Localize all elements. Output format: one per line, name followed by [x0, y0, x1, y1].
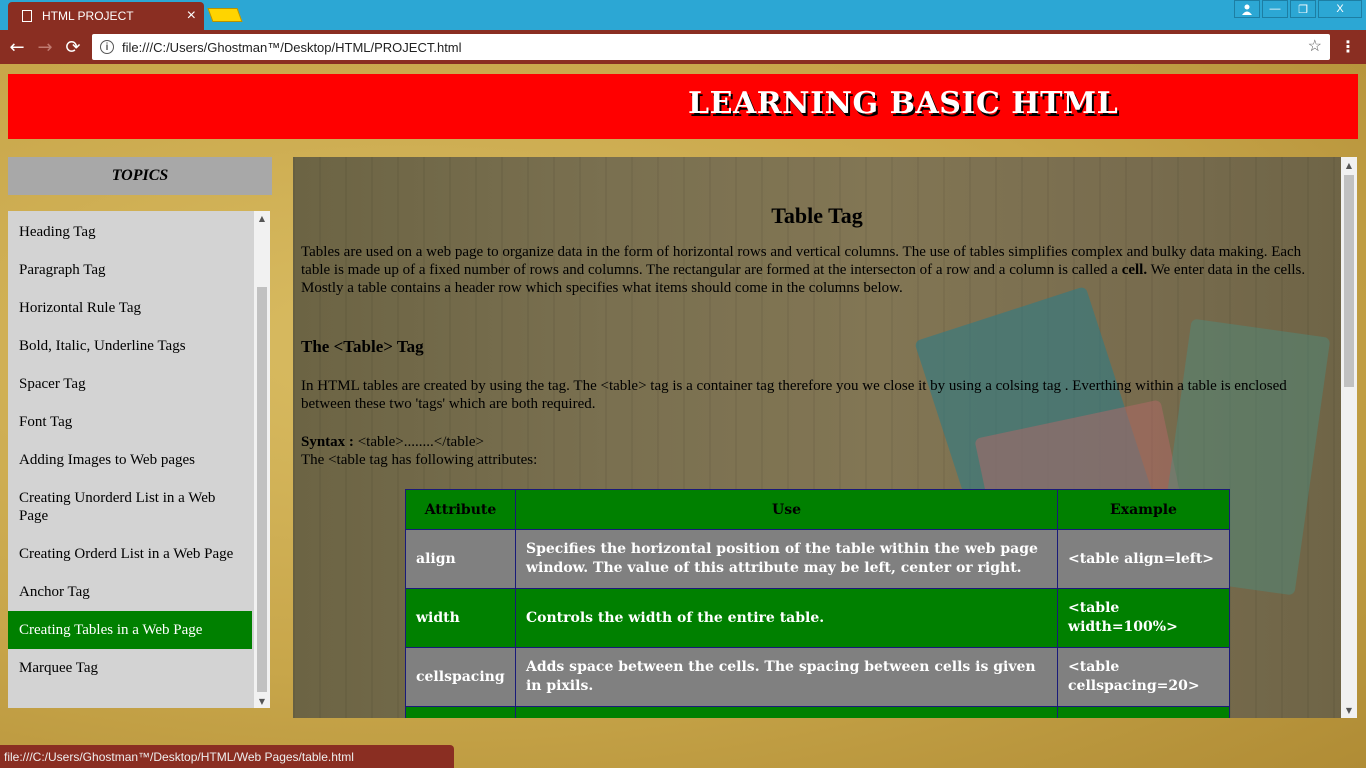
table-cell [405, 706, 516, 718]
table-cell: Specifies the horizontal position of the… [514, 529, 1059, 589]
topic-font-tag[interactable]: Font Tag [8, 403, 252, 441]
profile-icon[interactable] [1234, 0, 1260, 18]
bookmark-star-icon[interactable]: ☆ [1308, 36, 1322, 56]
table-cell: Controls the width of the entire table. [514, 588, 1059, 648]
syntax-label: Syntax : [301, 434, 354, 450]
topic-ordered-list[interactable]: Creating Orderd List in a Web Page [8, 535, 252, 573]
topic-marquee-tag[interactable]: Marquee Tag [8, 649, 252, 687]
scroll-down-icon[interactable]: ▼ [1341, 702, 1357, 718]
browser-toolbar: ← → ⟳ i file:///C:/Users/Ghostman™/Deskt… [0, 30, 1366, 64]
table-cell: <table align=left> [1057, 529, 1230, 589]
back-button[interactable]: ← [6, 36, 28, 58]
attributes-line: The <table tag has following attributes: [301, 452, 538, 468]
intro-paragraph: Tables are used on a web page to organiz… [301, 243, 1333, 297]
table-row: width Controls the width of the entire t… [405, 588, 1230, 648]
table-cell: align [405, 529, 516, 589]
topic-anchor-tag[interactable]: Anchor Tag [8, 573, 252, 611]
scroll-up-icon[interactable]: ▲ [1341, 157, 1357, 173]
address-bar[interactable]: i file:///C:/Users/Ghostman™/Desktop/HTM… [92, 34, 1330, 60]
browser-titlebar: HTML PROJECT × — ❐ X [0, 0, 1366, 30]
window-controls: — ❐ X [1234, 0, 1362, 18]
section-paragraph: In HTML tables are created by using the … [301, 378, 1287, 412]
table-cell: Adds space between the cells. The spacin… [514, 647, 1059, 707]
content-title: Table Tag [771, 203, 863, 228]
table-header: Use [514, 489, 1059, 530]
scroll-down-icon[interactable]: ▼ [254, 694, 270, 708]
topic-adding-images[interactable]: Adding Images to Web pages [8, 441, 252, 479]
maximize-button[interactable]: ❐ [1290, 0, 1316, 18]
syntax-value: <table>........</table> [353, 434, 484, 450]
table-cell [514, 706, 1059, 718]
intro-bold: cell. [1121, 262, 1148, 278]
section-title: The <Table> Tag [301, 337, 424, 356]
table-row [405, 706, 1230, 718]
minimize-button[interactable]: — [1262, 0, 1288, 18]
document-icon [22, 10, 32, 22]
scroll-up-icon[interactable]: ▲ [254, 211, 270, 225]
table-row: align Specifies the horizontal position … [405, 529, 1230, 589]
info-icon[interactable]: i [100, 40, 114, 54]
topic-creating-tables[interactable]: Creating Tables in a Web Page [8, 611, 252, 649]
topic-unordered-list[interactable]: Creating Unorderd List in a Web Page [8, 479, 252, 535]
browser-tab[interactable]: HTML PROJECT × [8, 2, 204, 30]
topics-items: Heading Tag Paragraph Tag Horizontal Rul… [8, 211, 270, 687]
status-bar: file:///C:/Users/Ghostman™/Desktop/HTML/… [0, 745, 454, 768]
topic-bold-italic-underline[interactable]: Bold, Italic, Underline Tags [8, 327, 252, 365]
tab-title: HTML PROJECT [42, 9, 134, 23]
reload-button[interactable]: ⟳ [62, 36, 84, 58]
content-scroll-thumb[interactable] [1344, 175, 1354, 387]
page-banner: LEARNING BASIC HTML [8, 74, 1358, 139]
attributes-table: Attribute Use Example align Specifies th… [405, 489, 1230, 718]
page-title: LEARNING BASIC HTML [688, 86, 1119, 121]
browser-menu-icon[interactable]: ⋮ [1340, 37, 1356, 56]
table-header: Attribute [405, 489, 516, 530]
table-cell: width [405, 588, 516, 648]
content-scrollbar[interactable]: ▲ ▼ [1341, 157, 1357, 718]
url-text[interactable]: file:///C:/Users/Ghostman™/Desktop/HTML/… [122, 40, 462, 55]
topic-horizontal-rule-tag[interactable]: Horizontal Rule Tag [8, 289, 252, 327]
table-cell [1057, 706, 1230, 718]
content-panel: Table Tag Tables are used on a web page … [293, 157, 1357, 718]
table-cell: <table cellspacing=20> [1057, 647, 1230, 707]
new-tab-button[interactable] [207, 8, 243, 22]
topics-scrollbar[interactable]: ▲ ▼ [254, 211, 270, 708]
topic-spacer-tag[interactable]: Spacer Tag [8, 365, 252, 403]
close-window-button[interactable]: X [1318, 0, 1362, 18]
tab-close-icon[interactable]: × [187, 8, 196, 24]
table-row: cellspacing Adds space between the cells… [405, 647, 1230, 707]
table-cell: cellspacing [405, 647, 516, 707]
topic-heading-tag[interactable]: Heading Tag [8, 213, 252, 251]
page-body: LEARNING BASIC HTML TOPICS Heading Tag P… [0, 64, 1366, 768]
table-cell: <table width=100%> [1057, 588, 1230, 648]
topics-heading: TOPICS [8, 157, 272, 195]
table-header-row: Attribute Use Example [405, 489, 1230, 530]
topics-list: Heading Tag Paragraph Tag Horizontal Rul… [8, 211, 270, 708]
content-text: Table Tag Tables are used on a web page … [301, 157, 1333, 469]
forward-button[interactable]: → [34, 36, 56, 58]
topic-paragraph-tag[interactable]: Paragraph Tag [8, 251, 252, 289]
table-header: Example [1057, 489, 1230, 530]
syntax-line: Syntax : <table>........</table> [301, 433, 1333, 451]
topics-scroll-thumb[interactable] [257, 287, 267, 692]
